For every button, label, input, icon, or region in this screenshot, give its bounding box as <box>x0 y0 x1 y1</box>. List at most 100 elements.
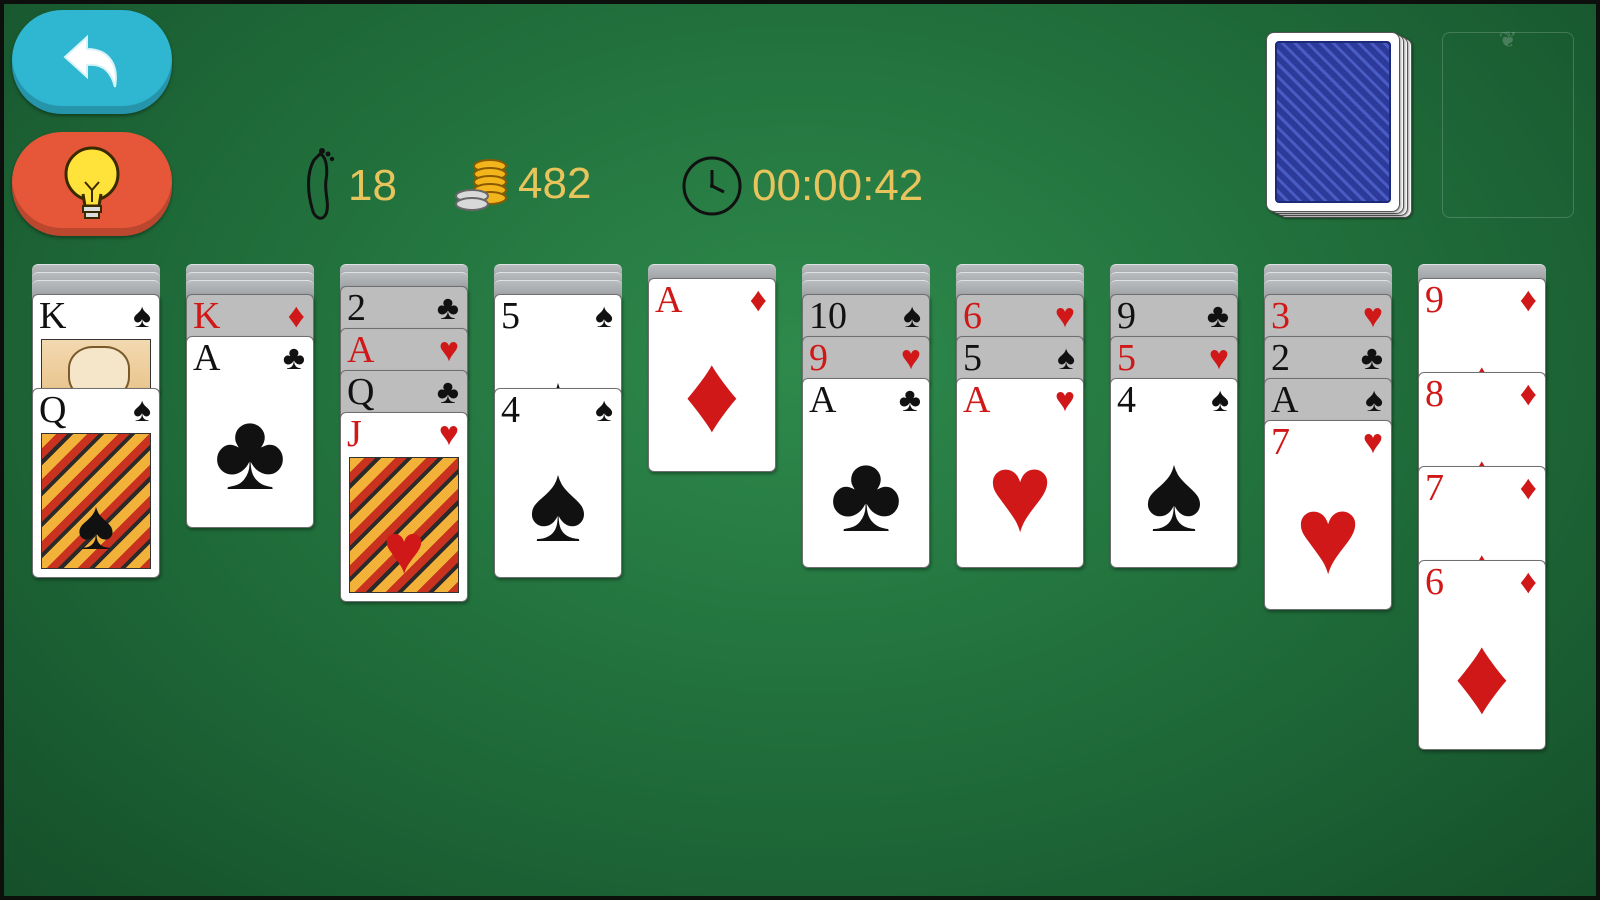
card-rank: Q <box>347 371 375 413</box>
card-rank: 2 <box>347 287 366 329</box>
timer-value: 00:00:42 <box>752 161 924 210</box>
playing-card[interactable]: 7♦♦ <box>1418 466 1546 568</box>
card-rank: K <box>193 295 221 337</box>
card-rank: J <box>347 413 362 455</box>
card-rank: A <box>963 379 991 421</box>
court-card-art: ♠ <box>41 433 151 569</box>
card-center-pip-icon: ♠ <box>77 488 115 565</box>
card-rank: 2 <box>1271 337 1290 379</box>
card-suit-icon: ♥ <box>438 416 459 453</box>
lightbulb-icon <box>64 146 120 219</box>
card-rank: A <box>1271 379 1299 421</box>
card-rank: 9 <box>809 337 828 379</box>
moves-counter: 18 <box>300 146 397 226</box>
coins-icon <box>455 159 507 211</box>
card-suit-icon: ♥ <box>1054 298 1075 335</box>
playing-card[interactable]: 4 ♠ ♠ <box>494 388 622 578</box>
foundation-slot[interactable]: ❦ <box>1442 27 1574 218</box>
coins-counter: 482 <box>454 152 591 216</box>
card-rank: 4 <box>1117 379 1136 421</box>
card-suit-icon: ♦ <box>287 298 305 335</box>
card-rank: 5 <box>963 337 982 379</box>
card-suit-icon: ♠ <box>132 298 151 335</box>
card-rank: 7 <box>1271 421 1290 463</box>
coins-value: 482 <box>518 159 592 208</box>
playing-card[interactable]: 5♠♠ <box>494 294 622 396</box>
card-rank: A <box>193 337 221 379</box>
footprint-icon <box>307 148 335 220</box>
card-suit-icon: ♦ <box>749 282 767 319</box>
card-suit-icon: ♥ <box>1208 340 1229 377</box>
card-suit-icon: ♥ <box>1362 424 1383 461</box>
card-suit-icon: ♥ <box>438 332 459 369</box>
card-suit-icon: ♠ <box>132 392 151 429</box>
card-rank: 7 <box>1425 467 1444 509</box>
playing-card[interactable]: 7 ♥ ♥ <box>1264 420 1392 610</box>
moves-value: 18 <box>348 161 397 210</box>
card-center-pip-icon: ♦ <box>1453 615 1511 737</box>
undo-arrow-icon <box>63 34 117 88</box>
card-suit-icon: ♦ <box>1519 470 1537 507</box>
card-suit-icon: ♦ <box>1519 376 1537 413</box>
card-suit-icon: ♠ <box>1364 382 1383 419</box>
card-rank: K <box>39 295 67 337</box>
card-rank: 4 <box>501 389 520 431</box>
card-center-pip-icon: ♠ <box>528 443 588 565</box>
card-center-pip-icon: ♦ <box>683 333 741 455</box>
card-rank: 10 <box>809 295 847 337</box>
card-rank: 9 <box>1425 279 1444 321</box>
card-rank: Q <box>39 389 67 431</box>
playing-card[interactable]: K ♠ <box>32 294 160 396</box>
playing-card[interactable]: A ♥ ♥ <box>956 378 1084 568</box>
card-suit-icon: ♠ <box>594 298 613 335</box>
playing-card[interactable]: J ♥ ♥ <box>340 412 468 602</box>
stock-pile[interactable] <box>1266 32 1418 222</box>
card-rank: 5 <box>501 295 520 337</box>
playing-card[interactable]: 4 ♠ ♠ <box>1110 378 1238 568</box>
undo-button[interactable] <box>12 10 172 114</box>
card-suit-icon: ♣ <box>282 340 305 377</box>
card-center-pip-icon: ♣ <box>829 433 903 555</box>
card-rank: 9 <box>1117 295 1136 337</box>
card-suit-icon: ♣ <box>898 382 921 419</box>
card-suit-icon: ♣ <box>436 374 459 411</box>
card-rank: 6 <box>1425 561 1444 603</box>
court-card-art: ♥ <box>349 457 459 593</box>
card-suit-icon: ♠ <box>902 298 921 335</box>
card-suit-icon: ♠ <box>594 392 613 429</box>
card-rank: 3 <box>1271 295 1290 337</box>
ornament-icon: ❦ <box>1498 27 1518 52</box>
hint-button[interactable] <box>12 132 172 236</box>
card-rank: 6 <box>963 295 982 337</box>
playing-card[interactable]: A ♣ ♣ <box>802 378 930 568</box>
playing-card[interactable]: A ♣ ♣ <box>186 336 314 528</box>
card-suit-icon: ♥ <box>900 340 921 377</box>
card-rank: A <box>347 329 375 371</box>
clock-icon <box>682 156 742 216</box>
card-rank: 8 <box>1425 373 1444 415</box>
card-center-pip-icon: ♣ <box>213 391 287 513</box>
card-rank: A <box>809 379 837 421</box>
playing-card[interactable]: 6 ♦ ♦ <box>1418 560 1546 750</box>
card-center-pip-icon: ♥ <box>1295 475 1361 597</box>
card-center-pip-icon: ♥ <box>383 512 425 589</box>
card-suit-icon: ♣ <box>436 290 459 327</box>
card-center-pip-icon: ♥ <box>987 433 1053 555</box>
card-suit-icon: ♣ <box>1206 298 1229 335</box>
playing-card[interactable]: A ♦ ♦ <box>648 278 776 472</box>
card-suit-icon: ♣ <box>1360 340 1383 377</box>
timer: 00:00:42 <box>680 154 923 218</box>
court-card-art <box>41 339 151 395</box>
playing-card[interactable]: Q ♠ ♠ <box>32 388 160 578</box>
card-suit-icon: ♠ <box>1056 340 1075 377</box>
card-suit-icon: ♦ <box>1519 564 1537 601</box>
card-suit-icon: ♥ <box>1362 298 1383 335</box>
playing-card[interactable]: 8♦♦ <box>1418 372 1546 474</box>
playing-card[interactable]: 9♦♦ <box>1418 278 1546 380</box>
card-suit-icon: ♠ <box>1210 382 1229 419</box>
card-rank: 5 <box>1117 337 1136 379</box>
card-suit-icon: ♦ <box>1519 282 1537 319</box>
stock-card-back <box>1266 32 1400 212</box>
card-rank: A <box>655 279 683 321</box>
card-center-pip-icon: ♠ <box>1144 433 1204 555</box>
